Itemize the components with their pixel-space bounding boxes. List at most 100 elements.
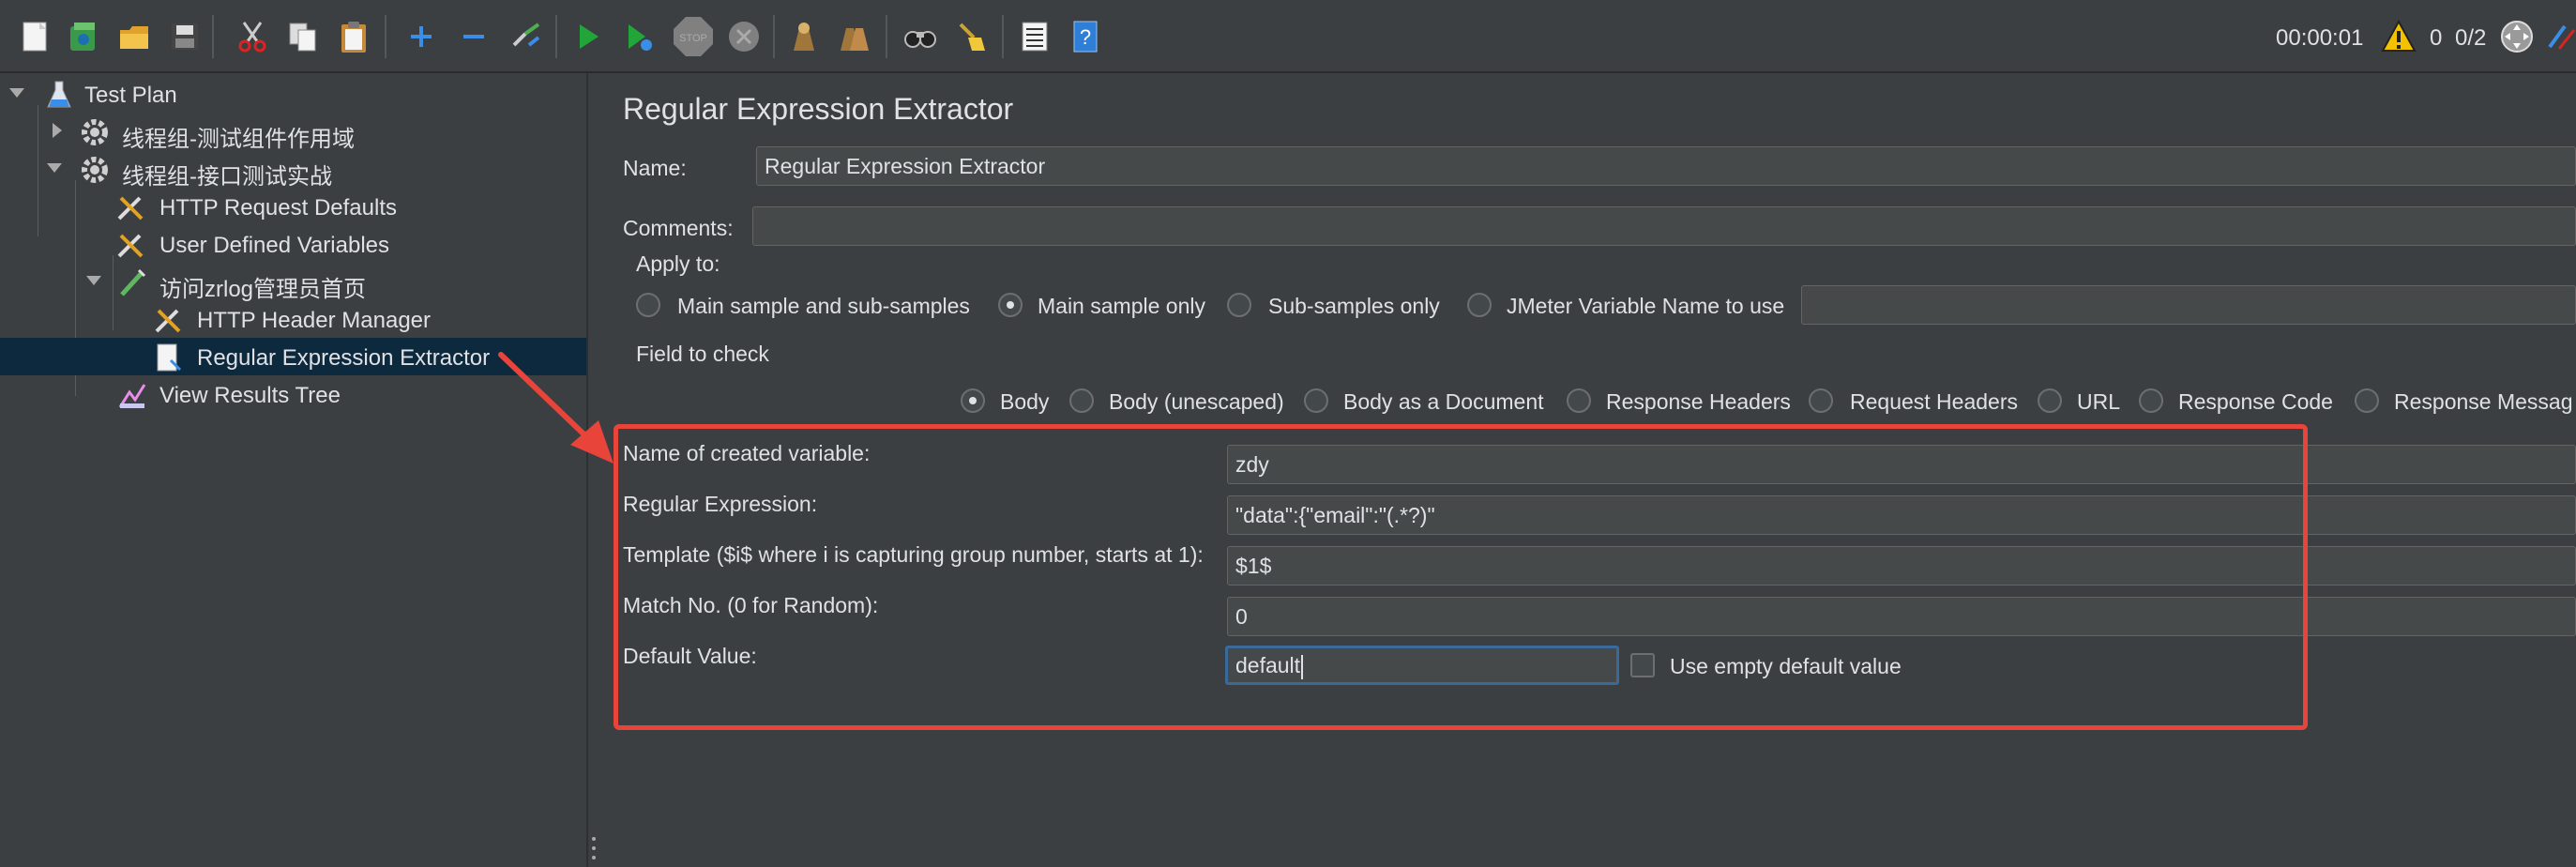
tree-item-thread-group-api[interactable]: 线程组-接口测试实战 bbox=[0, 150, 586, 190]
radio-main-and-sub[interactable] bbox=[636, 293, 660, 317]
radio-response-code[interactable] bbox=[2139, 388, 2163, 413]
radio-label: Main sample only bbox=[1038, 294, 1205, 318]
splitter-handle-icon[interactable] bbox=[591, 835, 597, 863]
expanded-arrow-icon[interactable] bbox=[47, 163, 62, 173]
annotation-highlight-box bbox=[614, 424, 2308, 730]
expand-icon[interactable] bbox=[403, 19, 439, 54]
radio-label: JMeter Variable Name to use bbox=[1507, 294, 1785, 318]
thread-group-icon bbox=[82, 119, 108, 145]
radio-label: Body (unescaped) bbox=[1109, 389, 1284, 414]
radio-jmeter-variable[interactable] bbox=[1467, 293, 1492, 317]
radio-body-unescaped[interactable] bbox=[1069, 388, 1094, 413]
toolbar-separator bbox=[1002, 15, 1004, 58]
tree-item-zrlog-admin-home[interactable]: 访问zrlog管理员首页 bbox=[0, 263, 586, 302]
thread-group-icon bbox=[82, 157, 108, 183]
templates-icon[interactable] bbox=[66, 19, 101, 54]
copy-icon[interactable] bbox=[285, 19, 321, 54]
tree-item-test-plan[interactable]: Test Plan bbox=[0, 75, 586, 113]
field-to-check-legend: Field to check bbox=[636, 342, 769, 366]
page-title: Regular Expression Extractor bbox=[623, 92, 1014, 126]
warning-icon[interactable] bbox=[2381, 19, 2417, 54]
active-threads: 0/2 bbox=[2455, 25, 2487, 51]
toolbar-separator bbox=[555, 15, 557, 58]
name-label: Name: bbox=[623, 156, 687, 180]
tree-item-label: Test Plan bbox=[84, 83, 177, 108]
radio-label: Response Messag bbox=[2394, 389, 2573, 414]
log-viewer-icon[interactable] bbox=[2546, 19, 2576, 54]
toolbar-separator bbox=[773, 15, 775, 58]
radio-request-headers[interactable] bbox=[1809, 388, 1833, 413]
start-no-pauses-icon[interactable] bbox=[621, 19, 657, 54]
toggle-icon[interactable] bbox=[508, 19, 544, 54]
cut-icon[interactable] bbox=[235, 19, 270, 54]
tree-item-label: 线程组-测试组件作用域 bbox=[122, 127, 355, 152]
radio-label: Response Code bbox=[2178, 389, 2333, 414]
radio-label: Body bbox=[1000, 389, 1050, 414]
tree-item-user-defined-variables[interactable]: User Defined Variables bbox=[0, 225, 586, 263]
test-plan-icon bbox=[47, 81, 71, 108]
reset-search-icon[interactable] bbox=[953, 19, 989, 54]
elapsed-timer: 00:00:01 bbox=[2276, 25, 2364, 51]
tree-item-label: HTTP Header Manager bbox=[197, 308, 431, 333]
help-icon[interactable]: ? bbox=[1068, 19, 1103, 54]
tree-item-label: HTTP Request Defaults bbox=[159, 195, 397, 221]
clear-icon[interactable] bbox=[786, 19, 822, 54]
start-icon[interactable] bbox=[570, 19, 606, 54]
config-element-icon bbox=[117, 196, 144, 221]
open-icon[interactable] bbox=[116, 19, 152, 54]
radio-label: Request Headers bbox=[1850, 389, 2018, 414]
tree-item-http-request-defaults[interactable]: HTTP Request Defaults bbox=[0, 188, 586, 225]
apply-to-legend: Apply to: bbox=[636, 251, 720, 276]
radio-sub-only[interactable] bbox=[1227, 293, 1251, 317]
main-toolbar: STOP ? 00:00:01 0 0/2 bbox=[0, 0, 2576, 73]
tree-item-label: Regular Expression Extractor bbox=[197, 345, 491, 371]
expanded-arrow-icon[interactable] bbox=[86, 276, 101, 285]
new-file-icon[interactable] bbox=[17, 19, 53, 54]
search-icon[interactable] bbox=[902, 19, 938, 54]
clear-all-icon[interactable] bbox=[837, 19, 872, 54]
tree-item-http-header-manager[interactable]: HTTP Header Manager bbox=[0, 300, 586, 338]
radio-label: Main sample and sub-samples bbox=[677, 294, 970, 318]
listener-icon bbox=[118, 384, 146, 408]
test-plan-tree: Test Plan 线程组-测试组件作用域 线程组-接口测试实战 HTTP Re… bbox=[0, 73, 588, 867]
paste-icon[interactable] bbox=[336, 19, 371, 54]
tree-item-label: 访问zrlog管理员首页 bbox=[159, 277, 367, 302]
tree-item-label: 线程组-接口测试实战 bbox=[122, 164, 332, 190]
tree-item-thread-group-scope[interactable]: 线程组-测试组件作用域 bbox=[0, 113, 586, 152]
comments-label: Comments: bbox=[623, 216, 734, 240]
radio-body[interactable] bbox=[961, 388, 985, 413]
name-field[interactable]: Regular Expression Extractor bbox=[756, 146, 2576, 186]
post-processor-icon bbox=[157, 343, 182, 372]
expanded-arrow-icon[interactable] bbox=[9, 88, 24, 98]
shutdown-icon[interactable] bbox=[726, 19, 762, 54]
warning-count: 0 bbox=[2430, 25, 2443, 51]
radio-main-only[interactable] bbox=[998, 293, 1023, 317]
save-icon[interactable] bbox=[167, 19, 203, 54]
config-element-icon bbox=[117, 234, 144, 258]
radio-label: Body as a Document bbox=[1343, 389, 1544, 414]
stop-badge-text: STOP bbox=[679, 33, 707, 44]
radio-response-headers[interactable] bbox=[1567, 388, 1591, 413]
sampler-icon bbox=[120, 268, 146, 297]
comments-field[interactable] bbox=[752, 206, 2576, 246]
radio-label: Sub-samples only bbox=[1268, 294, 1440, 318]
toolbar-separator bbox=[385, 15, 386, 58]
radio-url[interactable] bbox=[2038, 388, 2062, 413]
function-helper-icon[interactable] bbox=[1017, 19, 1053, 54]
radio-body-as-document[interactable] bbox=[1304, 388, 1328, 413]
toolbar-separator bbox=[886, 15, 887, 58]
radio-response-message[interactable] bbox=[2355, 388, 2379, 413]
stop-icon[interactable]: STOP bbox=[672, 15, 715, 58]
remote-engines-icon[interactable] bbox=[2499, 19, 2535, 54]
toolbar-separator bbox=[212, 15, 214, 58]
annotation-arrow-icon bbox=[498, 352, 614, 464]
tree-item-label: View Results Tree bbox=[159, 383, 341, 408]
radio-label: Response Headers bbox=[1606, 389, 1791, 414]
tree-item-label: User Defined Variables bbox=[159, 233, 390, 258]
radio-label: URL bbox=[2077, 389, 2121, 414]
jmeter-variable-field[interactable] bbox=[1801, 285, 2576, 325]
config-element-icon bbox=[155, 309, 181, 333]
svg-text:?: ? bbox=[1080, 25, 1091, 49]
collapse-icon[interactable] bbox=[456, 19, 492, 54]
collapsed-arrow-icon[interactable] bbox=[53, 123, 62, 138]
